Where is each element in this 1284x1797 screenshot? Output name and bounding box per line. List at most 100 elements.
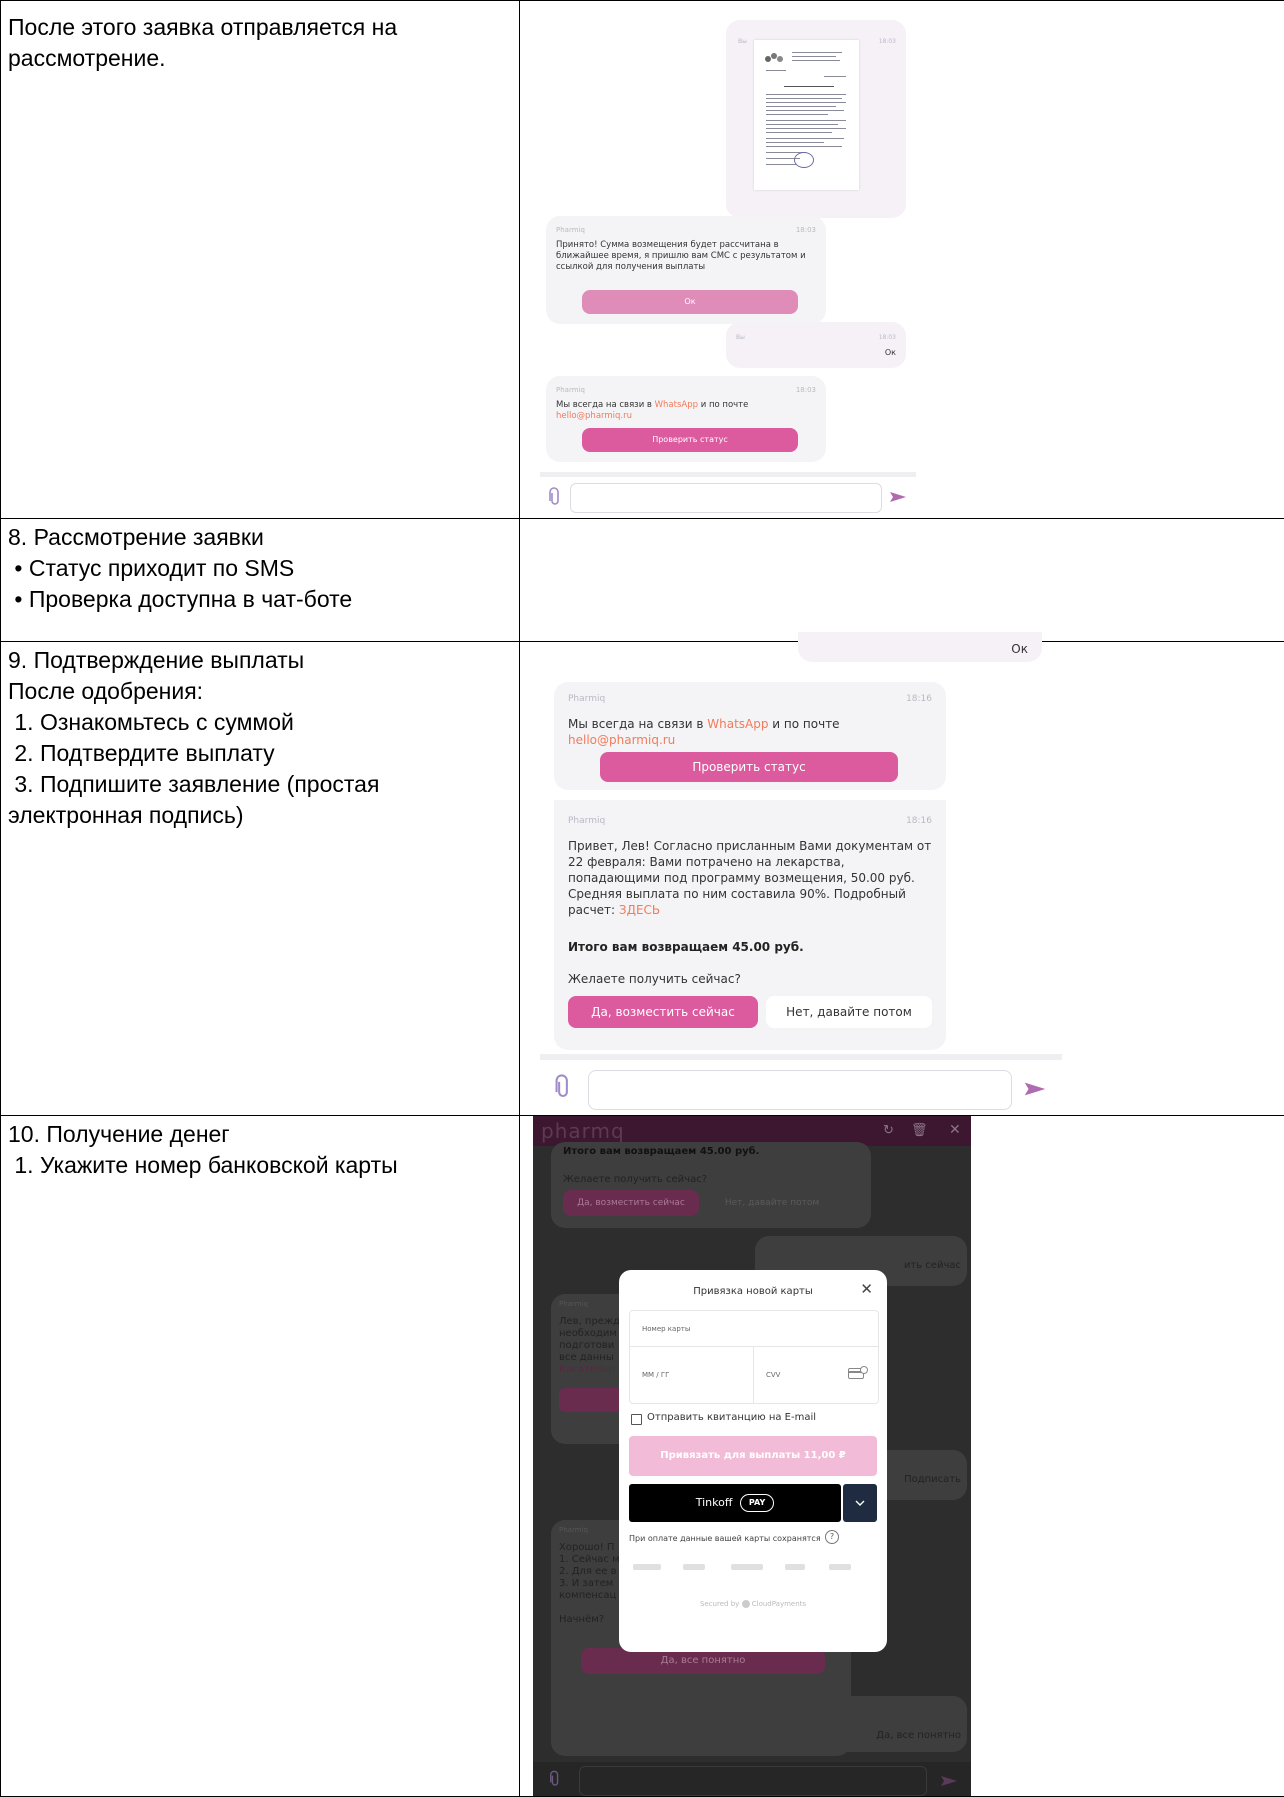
bg-msg-line-2: необходим (559, 1328, 617, 1339)
bg-question-text: Желаете получить сейчас? (563, 1174, 708, 1185)
bg-bot-bubble-total: Итого вам возвращаем 45.00 руб. Желаете … (551, 1142, 871, 1228)
help-icon[interactable]: ? (825, 1530, 839, 1544)
mir-logo-icon (785, 1564, 805, 1570)
calculation-text: Привет, Лев! Согласно присланным Вами до… (568, 839, 932, 917)
row2-line-3: • Проверка доступна в чат-боте (8, 586, 353, 612)
bg-msg-line-3: подготови (559, 1340, 615, 1351)
email-checkbox[interactable] (631, 1414, 642, 1425)
bg-msg-line-4: все данны (559, 1352, 614, 1363)
bg-msg2-line-5: компенсац (559, 1590, 617, 1601)
total-text: Итого вам возвращаем 45.00 руб. (568, 940, 804, 954)
card-binding-modal: Привязка новой карты ✕ Номер карты ММ / … (619, 1270, 887, 1652)
send-icon[interactable] (1024, 1080, 1046, 1103)
close-icon[interactable]: ✕ (860, 1280, 873, 1298)
bg-user-reply-text: ить сейчас (903, 1260, 961, 1271)
refresh-icon[interactable]: ↻ (883, 1122, 894, 1138)
time-label: 18:03 (795, 226, 816, 234)
card-icon (848, 1366, 868, 1385)
whatsapp-link[interactable]: WhatsApp (707, 717, 768, 731)
visa-logo-icon (683, 1564, 705, 1570)
yes-refund-button[interactable]: Да, возместить сейчас (568, 996, 758, 1028)
bot-message-accepted: Pharmiq 18:03 Принято! Сумма возмещения … (546, 216, 826, 324)
bot-sender-label: Pharmiq (568, 816, 606, 826)
bg-msg2-line-4: 3. И затем (559, 1578, 614, 1589)
question-text: Желаете получить сейчас? (568, 972, 741, 986)
user-document-bubble: Вы 18:03 (726, 20, 906, 218)
app-logo: pharmq (541, 1119, 625, 1143)
card-number-input[interactable]: Номер карты (630, 1311, 878, 1347)
bot-message-contacts: Pharmiq 18:03 Мы всегда на связи в Whats… (546, 376, 826, 462)
document-thumbnail (754, 40, 859, 190)
chat-input-bar (540, 472, 916, 518)
modal-title: Привязка новой карты (693, 1286, 813, 1297)
details-link[interactable]: ЗДЕСЬ (619, 903, 660, 917)
card-save-note: При оплате данные вашей карты сохранятся (629, 1534, 821, 1543)
row2-text: 8. Рассмотрение заявки • Статус приходит… (8, 522, 352, 615)
cloudpayments-icon (741, 1600, 750, 1608)
tinkoff-pay-button[interactable]: Tinkoff PAY (629, 1484, 841, 1522)
row4-line-2: 1. Укажите номер банковской карты (8, 1152, 398, 1178)
check-status-button[interactable]: Проверить статус (600, 752, 898, 782)
row3-line-4: 2. Подтвердите выплату (8, 740, 275, 766)
message-input[interactable] (588, 1070, 1012, 1110)
time-label: 18:03 (878, 38, 896, 45)
attach-icon[interactable] (548, 487, 562, 507)
email-checkbox-label: Отправить квитанцию на E-mail (647, 1412, 817, 1423)
time-label: 18:03 (878, 334, 896, 341)
bg-bot-label: Pharmiq (559, 1300, 588, 1308)
ok-button[interactable]: Ок (582, 290, 798, 314)
user-ok-bubble: Ок (798, 632, 1042, 662)
mastercard-logo-icon (731, 1564, 763, 1570)
table-row-divider-1 (0, 518, 1284, 519)
bot-message-text: Принято! Сумма возмещения будет рассчита… (556, 240, 806, 272)
bg-msg-line-5: Касательн (559, 1364, 615, 1375)
trash-icon[interactable]: 🗑 (911, 1122, 928, 1138)
bg-total-text: Итого вам возвращаем 45.00 руб. (563, 1146, 760, 1157)
tinkoff-label: Tinkoff (695, 1496, 733, 1509)
user-reply-bubble: Вы 18:03 Ок (726, 322, 906, 368)
check-status-button[interactable]: Проверить статус (582, 428, 798, 452)
bot-sender-label: Pharmiq (556, 386, 585, 394)
pci-logo-icon (829, 1564, 851, 1570)
close-icon[interactable]: ✕ (949, 1121, 961, 1138)
no-later-button[interactable]: Нет, давайте потом (766, 996, 932, 1028)
row4-line-1: 10. Получение денег (8, 1121, 230, 1147)
bot-sender-label: Pharmiq (556, 226, 585, 234)
email-link[interactable]: hello@pharmiq.ru (568, 733, 675, 747)
attach-icon[interactable] (554, 1074, 572, 1100)
secured-by: Secured by CloudPayments (699, 1600, 807, 1608)
pay-badge: PAY (739, 1494, 775, 1512)
bg-message-input (579, 1766, 927, 1796)
row3-line-5: 3. Подпишите заявление (простая (8, 771, 380, 797)
row3-line-3: 1. Ознакомьтесь с суммой (8, 709, 294, 735)
bind-card-button[interactable]: Привязать для выплаты 11,00 ₽ (629, 1436, 877, 1476)
bg-bot-label: Pharmiq (559, 1526, 588, 1534)
whatsapp-link[interactable]: WhatsApp (655, 400, 698, 410)
bot-message-contacts: Pharmiq 18:16 Мы всегда на связи в Whats… (554, 682, 946, 790)
bg-msg-line-1: Лев, прежд (559, 1316, 620, 1327)
bg-msg2-line-1: Хорошо! П (559, 1542, 615, 1553)
bg-user-bubble-3: Да, все понятно (769, 1696, 967, 1752)
bg-msg2-line-3: 2. Для ее в (559, 1566, 617, 1577)
time-label: 18:03 (795, 386, 816, 394)
bg-sign-text: Подписать (904, 1474, 961, 1485)
message-input[interactable] (570, 483, 882, 513)
secure-logo-icon (633, 1564, 661, 1570)
row2-line-1: 8. Рассмотрение заявки (8, 524, 264, 550)
send-icon (941, 1774, 957, 1793)
expiry-input[interactable]: ММ / ГГ (630, 1347, 754, 1403)
row1-line-2: рассмотрение. (8, 45, 166, 71)
bg-user-reply-text-2: Да, все понятно (876, 1730, 961, 1741)
email-link[interactable]: hello@pharmiq.ru (556, 411, 632, 421)
send-icon[interactable] (890, 490, 906, 509)
chevron-down-icon[interactable] (843, 1484, 877, 1522)
bg-start-text: Начнём? (559, 1614, 605, 1625)
contacts-text: Мы всегда на связи в WhatsApp и по почте… (568, 717, 840, 747)
sender-label: Вы (738, 38, 747, 45)
card-form: Номер карты ММ / ГГ CVV (629, 1310, 879, 1404)
row1-text: После этого заявка отправляется на рассм… (8, 12, 397, 74)
chat-screenshot-1: Вы 18:03 Pharmiq 18:03 Принято! Сумма во… (540, 10, 916, 518)
sender-label: Вы (736, 334, 745, 341)
table-border-left (0, 0, 1, 1797)
row3-line-6: электронная подпись) (8, 802, 244, 828)
